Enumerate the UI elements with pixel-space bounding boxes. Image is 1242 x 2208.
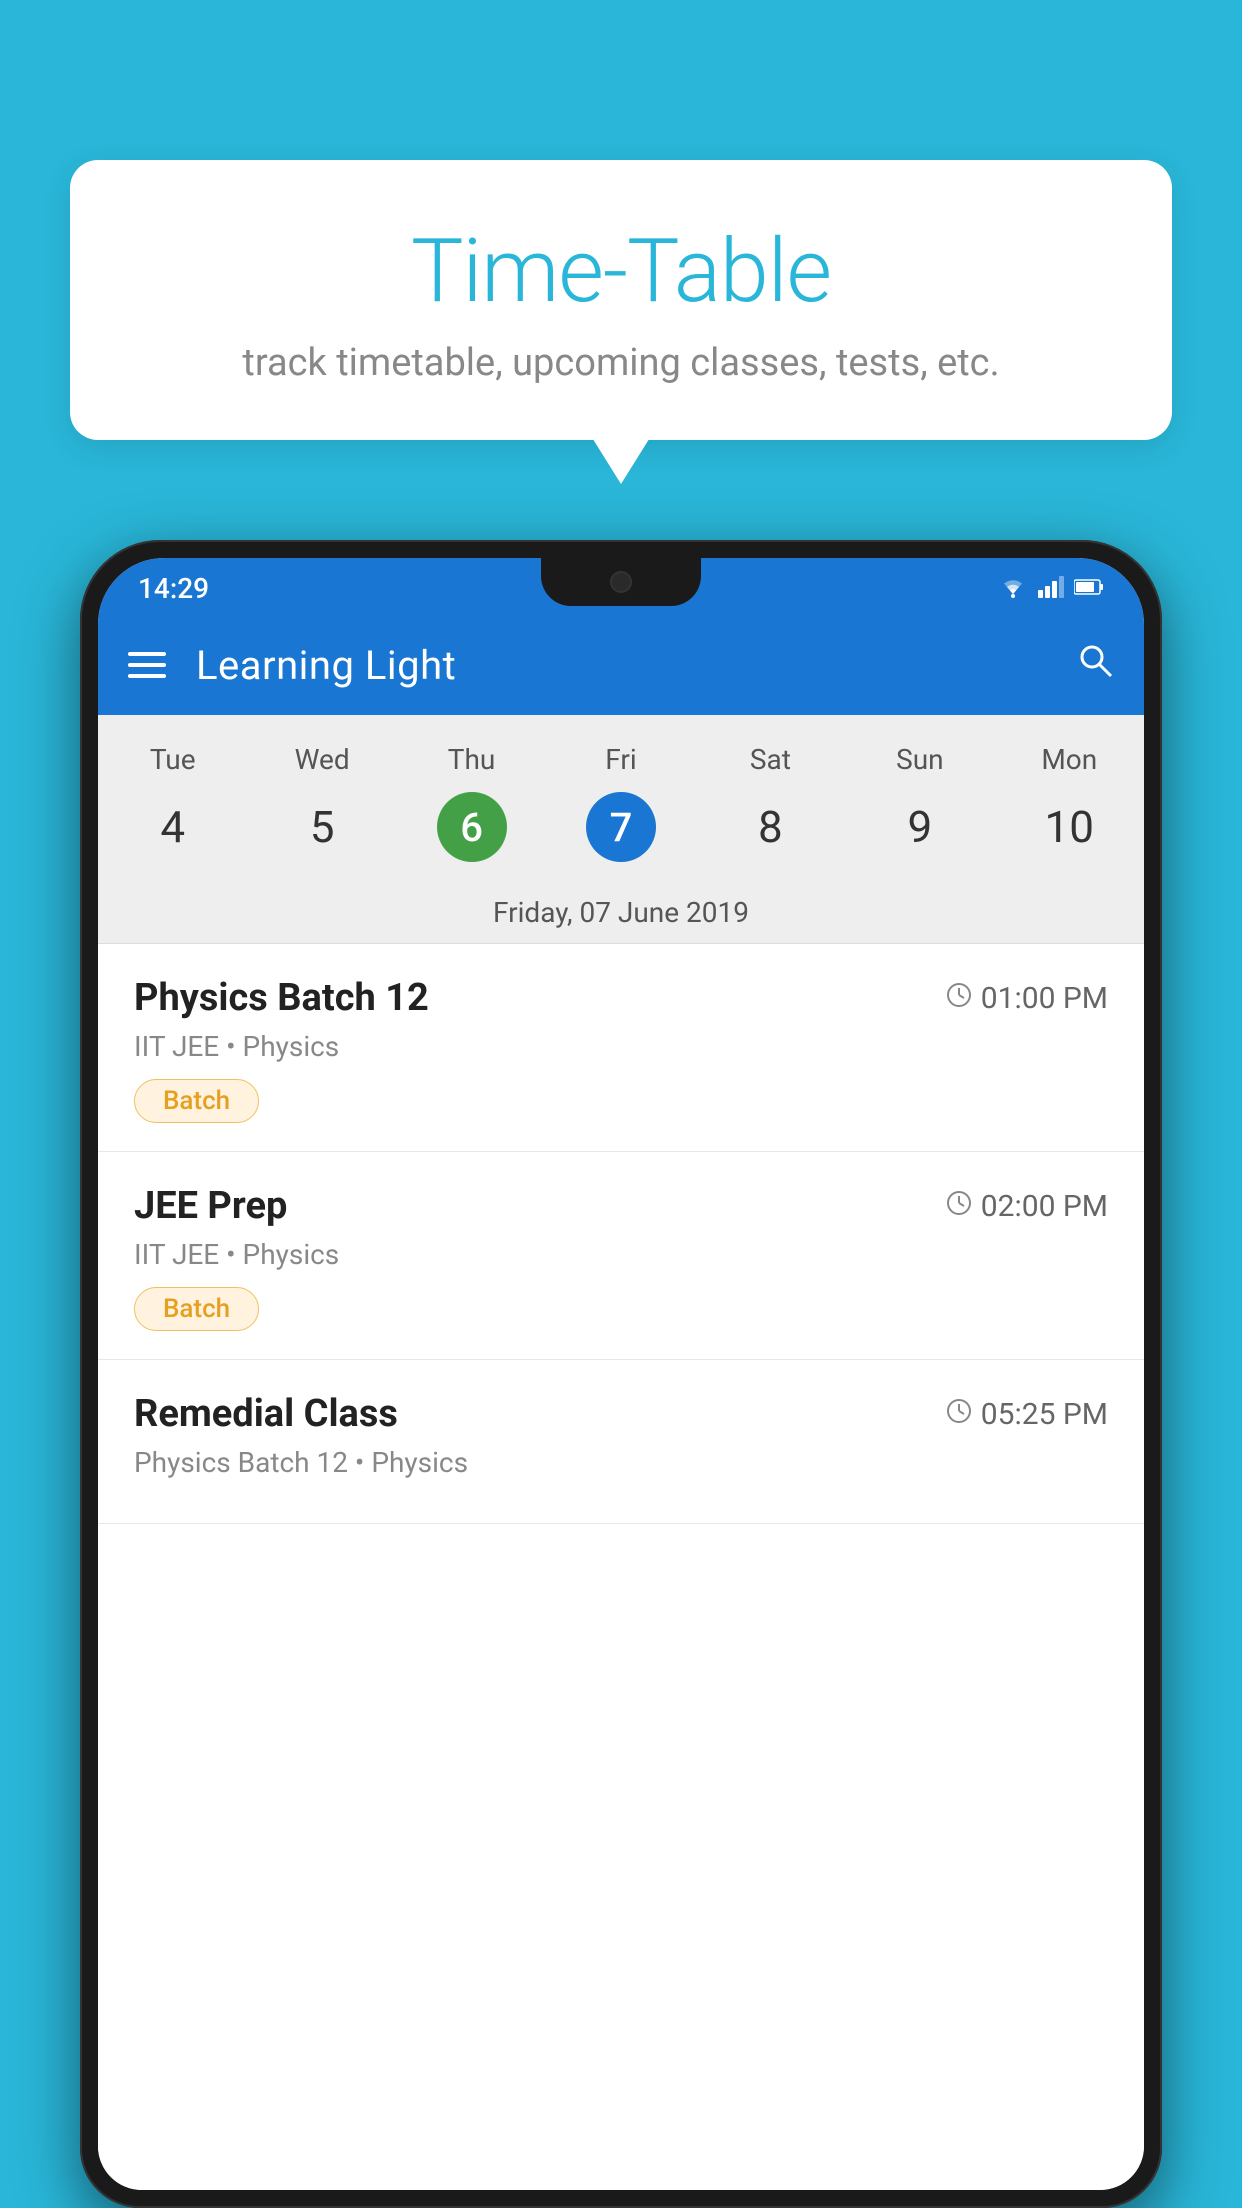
day-name-tue: Tue	[98, 735, 247, 784]
schedule-item[interactable]: Physics Batch 12 01:00 PM IIT JEE • Phys…	[98, 944, 1144, 1152]
day-name-sat: Sat	[696, 735, 845, 784]
schedule-item[interactable]: JEE Prep 02:00 PM IIT JEE • Physics Batc…	[98, 1152, 1144, 1360]
bubble-subtitle: track timetable, upcoming classes, tests…	[110, 341, 1132, 385]
app-bar: Learning Light	[98, 615, 1144, 715]
schedule-item-subtitle: IIT JEE • Physics	[134, 1030, 1108, 1063]
day-name-fri: Fri	[546, 735, 695, 784]
schedule-item[interactable]: Remedial Class 05:25 PM Physics Batch 12…	[98, 1360, 1144, 1524]
schedule-item-time: 01:00 PM	[945, 981, 1108, 1016]
clock-icon	[945, 1189, 973, 1224]
batch-badge: Batch	[134, 1287, 259, 1331]
status-icons	[998, 576, 1104, 602]
hamburger-icon[interactable]	[128, 652, 166, 678]
day-number-9[interactable]: 9	[845, 792, 994, 862]
selected-date-label: Friday, 07 June 2019	[98, 882, 1144, 944]
calendar-week: TueWedThuFriSatSunMon 45678910 Friday, 0…	[98, 715, 1144, 944]
day-number-5[interactable]: 5	[247, 792, 396, 862]
wifi-icon	[998, 576, 1028, 602]
bubble-title: Time-Table	[110, 220, 1132, 323]
schedule-item-subtitle: Physics Batch 12 • Physics	[134, 1446, 1108, 1479]
schedule-item-time: 02:00 PM	[945, 1189, 1108, 1224]
signal-icon	[1038, 576, 1064, 602]
speech-bubble-container: Time-Table track timetable, upcoming cla…	[70, 160, 1172, 440]
day-number-4[interactable]: 4	[98, 792, 247, 862]
front-camera	[610, 571, 632, 593]
day-name-thu: Thu	[397, 735, 546, 784]
schedule-item-title: Remedial Class	[134, 1392, 398, 1436]
day-number-8[interactable]: 8	[696, 792, 845, 862]
schedule-item-header: JEE Prep 02:00 PM	[134, 1184, 1108, 1228]
day-numbers-row: 45678910	[98, 784, 1144, 882]
day-names-row: TueWedThuFriSatSunMon	[98, 715, 1144, 784]
schedule-item-header: Remedial Class 05:25 PM	[134, 1392, 1108, 1436]
day-number-7[interactable]: 7	[546, 792, 695, 862]
speech-bubble: Time-Table track timetable, upcoming cla…	[70, 160, 1172, 440]
day-number-10[interactable]: 10	[995, 792, 1144, 862]
clock-icon	[945, 1397, 973, 1432]
phone-container: 14:29	[80, 540, 1162, 2208]
status-time: 14:29	[138, 572, 209, 605]
day-name-wed: Wed	[247, 735, 396, 784]
schedule-item-subtitle: IIT JEE • Physics	[134, 1238, 1108, 1271]
phone-outer: 14:29	[80, 540, 1162, 2208]
phone-screen: 14:29	[98, 558, 1144, 2190]
clock-icon	[945, 981, 973, 1016]
battery-icon	[1074, 578, 1104, 600]
day-number-6[interactable]: 6	[397, 792, 546, 862]
search-icon[interactable]	[1076, 641, 1114, 689]
day-name-mon: Mon	[995, 735, 1144, 784]
schedule-item-title: JEE Prep	[134, 1184, 287, 1228]
day-name-sun: Sun	[845, 735, 994, 784]
schedule-item-title: Physics Batch 12	[134, 976, 429, 1020]
schedule-item-header: Physics Batch 12 01:00 PM	[134, 976, 1108, 1020]
schedule-item-time: 05:25 PM	[945, 1397, 1108, 1432]
batch-badge: Batch	[134, 1079, 259, 1123]
app-title: Learning Light	[196, 642, 1076, 689]
schedule-list: Physics Batch 12 01:00 PM IIT JEE • Phys…	[98, 944, 1144, 2190]
phone-notch	[541, 558, 701, 606]
